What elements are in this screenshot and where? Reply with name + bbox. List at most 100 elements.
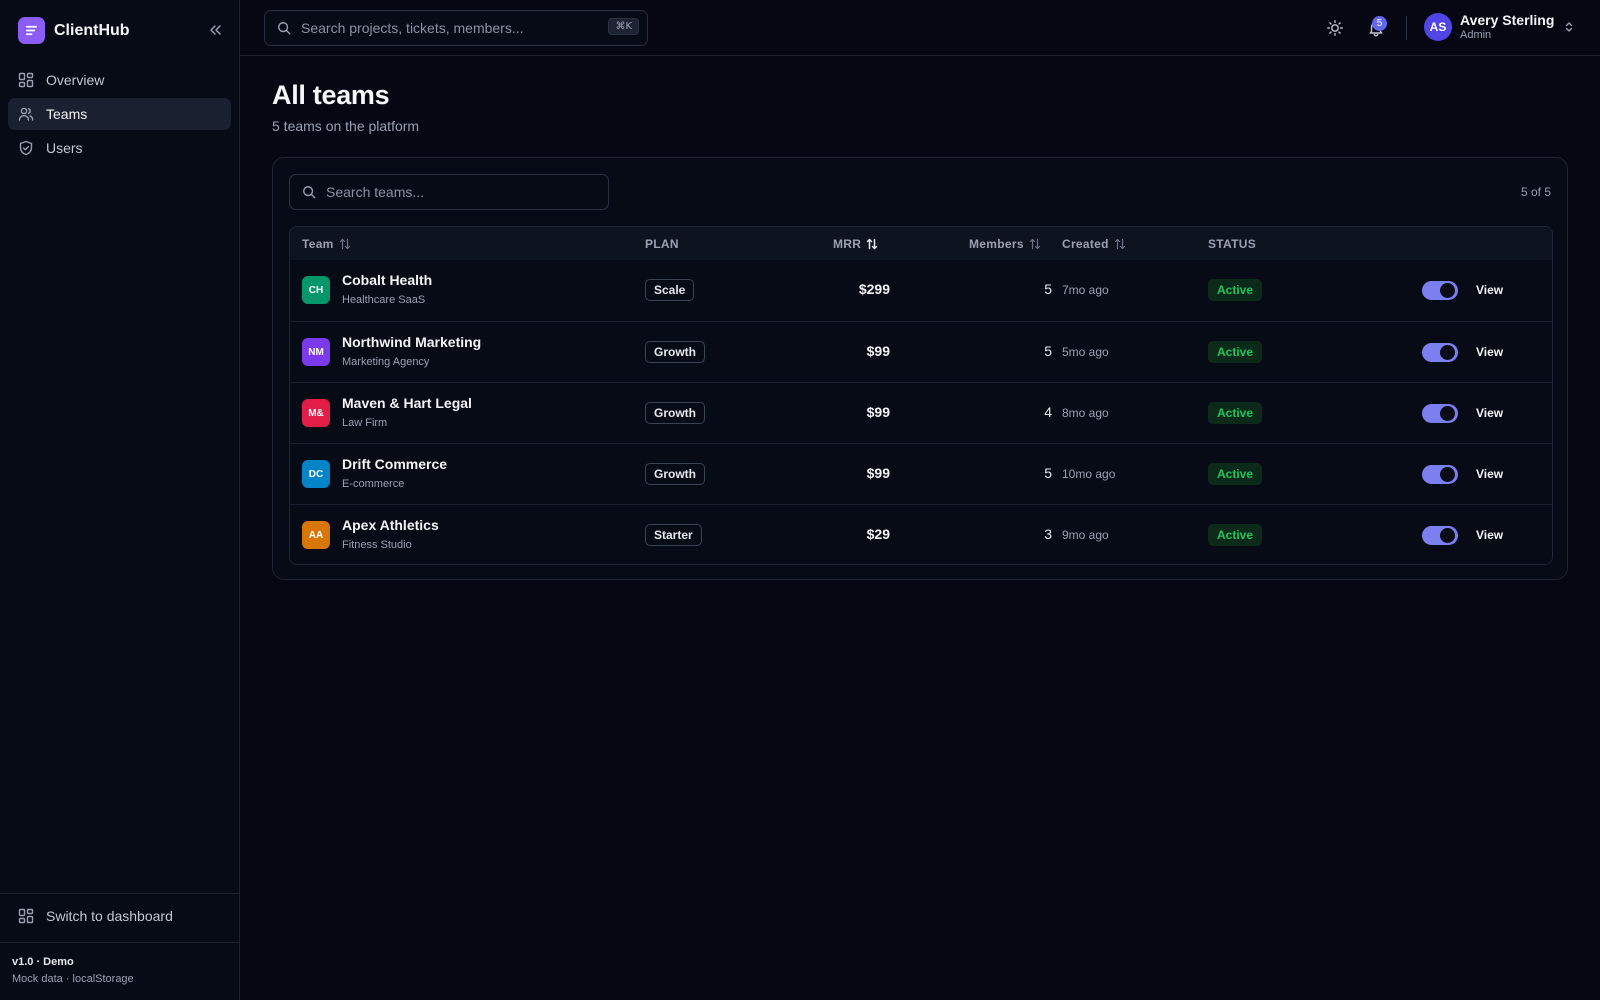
members-count: 5 (1044, 343, 1052, 359)
column-label: MRR (833, 236, 862, 251)
global-search[interactable]: ⌘K (264, 10, 648, 46)
toggle-knob (1440, 467, 1455, 482)
topbar: ⌘K 5 AS Avery Sterling Admin (240, 0, 1600, 56)
table-row: NM Northwind Marketing Marketing Agency … (290, 321, 1552, 382)
app-name: ClientHub (54, 21, 130, 39)
app-logo-icon (18, 17, 45, 44)
status-badge: Active (1208, 524, 1263, 546)
avatar: AS (1424, 13, 1452, 41)
team-avatar: AA (302, 521, 330, 549)
created-date: 5mo ago (1062, 345, 1109, 359)
team-enabled-toggle[interactable] (1422, 526, 1458, 545)
members-count: 3 (1044, 526, 1052, 542)
divider (0, 893, 239, 894)
global-search-input[interactable] (301, 20, 601, 36)
toggle-knob (1440, 283, 1455, 298)
toggle-knob (1440, 345, 1455, 360)
team-avatar: M& (302, 399, 330, 427)
search-icon (302, 185, 316, 199)
created-date: 7mo ago (1062, 283, 1109, 297)
column-header-mrr[interactable]: MRR (833, 227, 878, 260)
team-name: Apex Athletics (342, 517, 439, 533)
table-row: CH Cobalt Health Healthcare SaaS Scale $… (290, 260, 1552, 321)
version-subtext: Mock data · localStorage (12, 973, 134, 985)
users-icon (18, 106, 34, 122)
user-menu[interactable]: AS Avery Sterling Admin (1424, 12, 1576, 42)
result-count: 5 of 5 (1520, 185, 1551, 199)
table-row: M& Maven & Hart Legal Law Firm Growth $9… (290, 382, 1552, 443)
column-label: Created (1062, 236, 1109, 251)
switch-to-dashboard-button[interactable]: Switch to dashboard (18, 908, 173, 924)
collapse-sidebar-icon[interactable] (206, 21, 224, 39)
team-enabled-toggle[interactable] (1422, 281, 1458, 300)
page-title: All teams (272, 80, 390, 110)
table-header: Team PLAN MRR Members Created STATUS (290, 227, 1552, 260)
column-label: STATUS (1208, 236, 1257, 251)
team-enabled-toggle[interactable] (1422, 343, 1458, 362)
team-avatar: NM (302, 338, 330, 366)
teams-table: Team PLAN MRR Members Created STATUS CH … (289, 226, 1553, 565)
search-icon (277, 21, 291, 35)
mrr-value: $29 (866, 526, 890, 542)
view-team-link[interactable]: View (1476, 345, 1503, 359)
sidebar-item-overview[interactable]: Overview (8, 64, 231, 96)
members-count: 5 (1044, 281, 1052, 297)
shield-icon (18, 140, 34, 156)
members-count: 5 (1044, 465, 1052, 481)
plan-badge: Growth (645, 463, 705, 485)
sort-icon[interactable] (1029, 238, 1041, 250)
column-header-members[interactable]: Members (969, 227, 1041, 260)
sun-icon[interactable] (1326, 19, 1344, 37)
column-header-plan: PLAN (645, 227, 679, 260)
sort-icon[interactable] (1114, 238, 1126, 250)
mrr-value: $99 (866, 343, 890, 359)
search-shortcut-hint: ⌘K (608, 18, 639, 35)
divider (1406, 16, 1407, 40)
divider (0, 942, 239, 943)
page-subtitle: 5 teams on the platform (272, 118, 420, 134)
team-type: Marketing Agency (342, 356, 430, 368)
column-label: Members (969, 236, 1024, 251)
created-date: 8mo ago (1062, 406, 1109, 420)
column-label: PLAN (645, 236, 679, 251)
sidebar-item-label: Users (46, 140, 83, 156)
brand[interactable]: ClientHub (18, 17, 130, 44)
sidebar-nav: Overview Teams Users (8, 64, 231, 166)
sidebar-item-teams[interactable]: Teams (8, 98, 231, 130)
team-enabled-toggle[interactable] (1422, 465, 1458, 484)
team-name: Northwind Marketing (342, 334, 482, 350)
column-header-team[interactable]: Team (302, 227, 351, 260)
team-type: Fitness Studio (342, 539, 412, 551)
team-name: Drift Commerce (342, 456, 448, 472)
status-badge: Active (1208, 279, 1263, 301)
table-row: AA Apex Athletics Fitness Studio Starter… (290, 504, 1552, 564)
table-row: DC Drift Commerce E-commerce Growth $99 … (290, 443, 1552, 504)
team-search[interactable] (289, 174, 609, 210)
created-date: 10mo ago (1062, 467, 1116, 481)
user-role: Admin (1460, 29, 1492, 41)
plan-badge: Starter (645, 524, 702, 546)
team-name: Maven & Hart Legal (342, 395, 472, 411)
column-header-status: STATUS (1208, 227, 1256, 260)
grid-icon (18, 908, 34, 924)
team-type: E-commerce (342, 478, 405, 490)
sort-icon[interactable] (866, 238, 878, 250)
switch-to-dashboard-label: Switch to dashboard (46, 908, 173, 924)
mrr-value: $99 (866, 465, 890, 481)
column-header-created[interactable]: Created (1062, 227, 1126, 260)
view-team-link[interactable]: View (1476, 406, 1503, 420)
team-search-input[interactable] (326, 184, 596, 200)
view-team-link[interactable]: View (1476, 467, 1503, 481)
toggle-knob (1440, 528, 1455, 543)
plan-badge: Growth (645, 402, 705, 424)
sidebar-item-users[interactable]: Users (8, 132, 231, 164)
members-count: 4 (1044, 404, 1052, 420)
version-label: v1.0 · Demo (12, 956, 74, 968)
view-team-link[interactable]: View (1476, 283, 1503, 297)
user-name: Avery Sterling (1460, 12, 1555, 28)
view-team-link[interactable]: View (1476, 528, 1503, 542)
team-avatar: CH (302, 276, 330, 304)
team-enabled-toggle[interactable] (1422, 404, 1458, 423)
sort-icon[interactable] (339, 238, 351, 250)
table-body: CH Cobalt Health Healthcare SaaS Scale $… (290, 260, 1552, 564)
